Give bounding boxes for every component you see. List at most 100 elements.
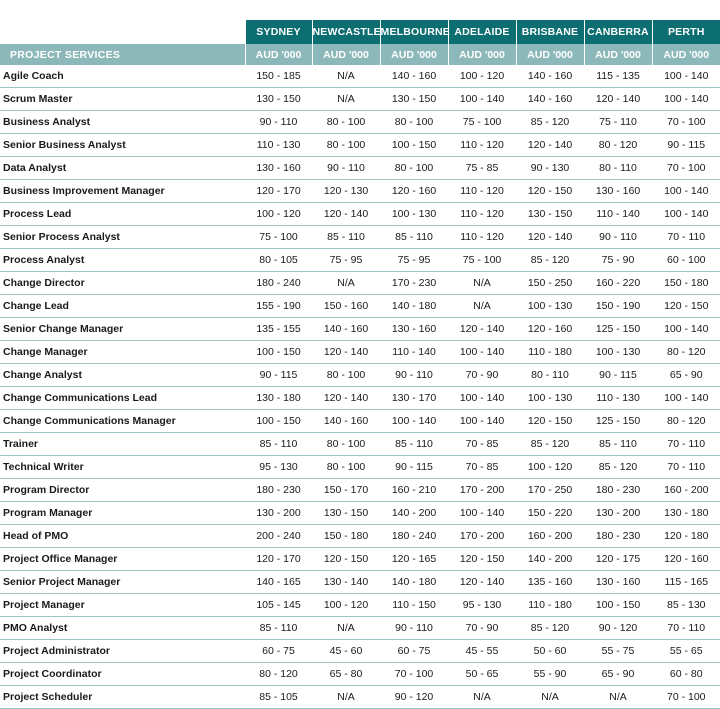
role-name: Head of PMO: [0, 524, 245, 548]
salary-range-cell: 170 - 230: [379, 271, 448, 295]
units-header-row: PROJECT SERVICES AUD '000 AUD '000 AUD '…: [0, 44, 720, 65]
table-row: Technical Writer 95 - 130 80 - 100 90 - 115…: [0, 455, 720, 479]
salary-range-cell: 70 - 85: [447, 455, 516, 479]
salary-range-cell: 80 - 100: [379, 110, 448, 134]
salary-range-cell: 110 - 140: [379, 340, 448, 364]
salary-range-cell: 85 - 120: [515, 248, 584, 272]
salary-range-cell: 120 - 140: [515, 133, 584, 157]
table-row: Business Improvement Manager 120 - 170 120…: [0, 179, 720, 203]
salary-range-cell: 130 - 140: [311, 570, 380, 594]
salary-range-cell: 130 - 150: [311, 501, 380, 525]
salary-range-cell: 60 - 100: [651, 248, 720, 272]
salary-range-cell: 100 - 140: [651, 179, 720, 203]
salary-range-cell: 80 - 100: [311, 455, 380, 479]
salary-range-cell: 70 - 100: [379, 662, 448, 686]
salary-range-cell: 170 - 200: [447, 478, 516, 502]
salary-range-cell: 70 - 110: [651, 432, 720, 456]
role-name: Project Administrator: [0, 639, 245, 663]
salary-range-cell: 150 - 220: [515, 501, 584, 525]
salary-range-cell: 90 - 120: [379, 685, 448, 709]
salary-range-cell: 85 - 120: [515, 432, 584, 456]
salary-range-cell: 120 - 140: [311, 202, 380, 226]
salary-range-cell: 100 - 130: [515, 386, 584, 410]
salary-range-cell: 180 - 230: [244, 478, 312, 502]
salary-range-cell: 120 - 140: [447, 317, 516, 341]
salary-range-cell: 150 - 185: [244, 65, 312, 88]
salary-range-cell: 80 - 120: [583, 133, 652, 157]
salary-range-cell: 90 - 115: [244, 363, 312, 387]
table-row: Project Manager 105 - 145 100 - 120 110 - 1…: [0, 593, 720, 617]
salary-range-cell: 90 - 110: [244, 110, 312, 134]
role-name: PMO Analyst: [0, 616, 245, 640]
salary-range-cell: 80 - 110: [583, 156, 652, 180]
salary-range-cell: 150 - 180: [311, 524, 380, 548]
salary-range-cell: N/A: [311, 65, 380, 88]
salary-range-cell: 80 - 100: [311, 363, 380, 387]
role-name: Project Office Manager: [0, 547, 245, 571]
salary-range-cell: 105 - 145: [244, 593, 312, 617]
role-name: Project Coordinator: [0, 662, 245, 686]
salary-range-cell: 100 - 140: [447, 340, 516, 364]
role-name: Senior Business Analyst: [0, 133, 245, 157]
salary-range-cell: 170 - 200: [447, 524, 516, 548]
table-row: Change Lead 155 - 190 150 - 160 140 - 180 N/…: [0, 294, 720, 318]
salary-range-cell: 85 - 110: [311, 225, 380, 249]
salary-range-cell: 70 - 110: [651, 616, 720, 640]
salary-range-cell: 110 - 120: [447, 179, 516, 203]
table-row: Program Manager 130 - 200 130 - 150 140 - 2…: [0, 501, 720, 525]
salary-range-cell: 110 - 180: [515, 593, 584, 617]
salary-range-cell: 80 - 120: [244, 662, 312, 686]
salary-range-cell: 95 - 130: [244, 455, 312, 479]
salary-range-cell: 130 - 160: [244, 156, 312, 180]
salary-range-cell: 120 - 140: [311, 386, 380, 410]
salary-range-cell: 160 - 200: [515, 524, 584, 548]
salary-range-cell: 120 - 175: [583, 547, 652, 571]
salary-range-cell: 80 - 100: [311, 110, 380, 134]
salary-range-cell: 110 - 120: [447, 225, 516, 249]
salary-range-cell: 100 - 150: [379, 133, 448, 157]
salary-range-cell: 130 - 150: [244, 87, 312, 111]
table-row: Business Analyst 90 - 110 80 - 100 80 - 100…: [0, 110, 720, 134]
table-row: Project Administrator 60 - 75 45 - 60 60 - …: [0, 639, 720, 663]
role-name: Change Communications Lead: [0, 386, 245, 410]
salary-range-cell: 80 - 120: [651, 340, 720, 364]
salary-range-cell: 55 - 75: [583, 639, 652, 663]
salary-range-cell: 170 - 250: [515, 478, 584, 502]
salary-range-cell: 70 - 100: [651, 110, 720, 134]
role-name: Process Lead: [0, 202, 245, 226]
salary-range-cell: 75 - 100: [447, 110, 516, 134]
header-blank-cell: [0, 20, 245, 44]
table-row: Process Lead 100 - 120 120 - 140 100 - 130 1…: [0, 202, 720, 226]
table-row: Trainer 85 - 110 80 - 100 85 - 110 70 - 85 85…: [0, 432, 720, 456]
salary-range-cell: 100 - 130: [515, 294, 584, 318]
salary-range-cell: 180 - 240: [244, 271, 312, 295]
salary-range-cell: 80 - 110: [515, 363, 584, 387]
city-header-sydney: SYDNEY: [244, 20, 312, 44]
salary-range-cell: 110 - 140: [583, 202, 652, 226]
salary-range-cell: 70 - 100: [651, 685, 720, 709]
salary-range-cell: 100 - 140: [447, 501, 516, 525]
salary-range-cell: 100 - 120: [311, 593, 380, 617]
salary-range-cell: 80 - 100: [311, 133, 380, 157]
salary-range-cell: 90 - 115: [651, 133, 720, 157]
role-name: Business Analyst: [0, 110, 245, 134]
salary-range-cell: 100 - 140: [651, 317, 720, 341]
salary-range-cell: 75 - 85: [447, 156, 516, 180]
salary-range-cell: 60 - 80: [651, 662, 720, 686]
salary-range-cell: 140 - 200: [379, 501, 448, 525]
salary-range-cell: 100 - 150: [583, 593, 652, 617]
salary-range-cell: 85 - 120: [583, 455, 652, 479]
salary-range-cell: 80 - 105: [244, 248, 312, 272]
salary-range-cell: 130 - 160: [583, 570, 652, 594]
city-header-brisbane: BRISBANE: [515, 20, 584, 44]
salary-range-cell: 150 - 190: [583, 294, 652, 318]
salary-range-cell: 80 - 100: [379, 156, 448, 180]
salary-range-cell: 130 - 200: [244, 501, 312, 525]
salary-range-cell: 90 - 110: [311, 156, 380, 180]
salary-range-cell: 140 - 160: [515, 65, 584, 88]
salary-range-cell: N/A: [447, 271, 516, 295]
table-row: Project Office Manager 120 - 170 120 - 150…: [0, 547, 720, 571]
city-header-adelaide: ADELAIDE: [447, 20, 516, 44]
salary-range-cell: 50 - 60: [515, 639, 584, 663]
salary-range-cell: 150 - 170: [311, 478, 380, 502]
